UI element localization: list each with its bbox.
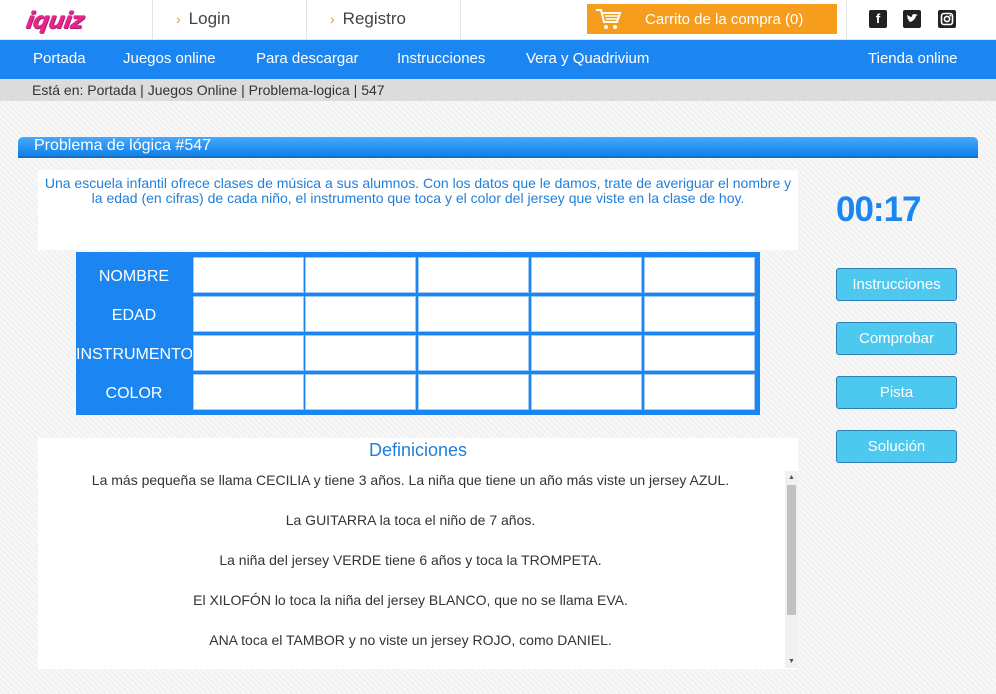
main-nav: Portada Juegos online Para descargar Ins… (0, 40, 996, 79)
check-button[interactable]: Comprobar (836, 322, 957, 355)
puzzle-title-bar: Problema de lógica #547 (18, 137, 978, 158)
scroll-thumb[interactable] (787, 485, 796, 615)
facebook-icon[interactable]: f (869, 10, 887, 28)
grid-cell[interactable] (531, 257, 642, 293)
grid-cell[interactable] (305, 374, 416, 410)
timer: 00:17 (836, 190, 922, 229)
grid-cell[interactable] (418, 374, 529, 410)
row-label-instrumento: INSTRUMENTO (76, 346, 192, 363)
grid-cell[interactable] (418, 296, 529, 332)
grid-cell[interactable] (305, 296, 416, 332)
register-label: Registro (342, 9, 406, 28)
cart-icon (596, 9, 622, 29)
nav-item-instrucciones[interactable]: Instrucciones (397, 50, 485, 67)
grid-cell[interactable] (531, 335, 642, 371)
scroll-down-icon[interactable]: ▼ (787, 657, 796, 666)
solution-button[interactable]: Solución (836, 430, 957, 463)
cart-label: Carrito de la compra (0) (645, 11, 804, 28)
divider (152, 0, 153, 40)
definition-item: El XILOFÓN lo toca la niña del jersey BL… (193, 592, 628, 608)
nav-item-vera-y-quadrivium[interactable]: Vera y Quadrivium (526, 50, 649, 67)
puzzle-statement: Una escuela infantil ofrece clases de mú… (38, 170, 798, 250)
grid-cell[interactable] (531, 374, 642, 410)
divider (306, 0, 307, 40)
divider (460, 0, 461, 40)
login-link[interactable]: › Login (176, 9, 230, 29)
nav-item-portada[interactable]: Portada (33, 50, 86, 67)
login-label: Login (188, 9, 231, 28)
grid-cell[interactable] (644, 257, 755, 293)
breadcrumb-text: Está en: Portada | Juegos Online | Probl… (32, 82, 385, 98)
logo-text: iquiz (23, 8, 86, 34)
scroll-up-icon[interactable]: ▲ (787, 473, 796, 482)
grid-cell[interactable] (644, 335, 755, 371)
grid-cell[interactable] (193, 257, 304, 293)
definition-item: La niña del jersey VERDE tiene 6 años y … (219, 552, 602, 568)
register-link[interactable]: › Registro (330, 9, 406, 29)
chevron-right-icon: › (330, 11, 335, 27)
twitter-icon[interactable] (903, 10, 921, 28)
nav-item-para-descargar[interactable]: Para descargar (256, 50, 359, 67)
grid-cell[interactable] (193, 296, 304, 332)
definitions-list[interactable]: La más pequeña se llama CECILIA y tiene … (38, 466, 798, 669)
page-title: Problema de lógica #547 (34, 137, 212, 154)
divider (846, 0, 847, 40)
grid-cell[interactable] (193, 374, 304, 410)
grid-cell[interactable] (531, 296, 642, 332)
nav-item-tienda-online[interactable]: Tienda online (868, 50, 958, 67)
grid-cell[interactable] (644, 374, 755, 410)
instructions-button[interactable]: Instrucciones (836, 268, 957, 301)
grid-cell[interactable] (305, 335, 416, 371)
hint-button[interactable]: Pista (836, 376, 957, 409)
definition-item: ANA toca el TAMBOR y no viste un jersey … (209, 632, 612, 648)
definitions-title: Definiciones (38, 438, 798, 466)
answer-grid: NOMBRE EDAD INSTRUMENTO COLOR (76, 252, 760, 415)
instagram-icon[interactable] (938, 10, 956, 28)
cart-button[interactable]: Carrito de la compra (0) (587, 4, 837, 34)
definition-item: La GUITARRA la toca el niño de 7 años. (285, 512, 536, 528)
grid-cell[interactable] (644, 296, 755, 332)
definition-item: La más pequeña se llama CECILIA y tiene … (91, 472, 730, 488)
site-logo[interactable]: iquiz (23, 8, 136, 34)
definitions-scrollbar[interactable]: ▲ ▼ (785, 471, 798, 668)
chevron-right-icon: › (176, 11, 181, 27)
grid-cell[interactable] (193, 335, 304, 371)
nav-item-juegos-online[interactable]: Juegos online (123, 50, 216, 67)
top-bar: iquiz › Login › Registro Carrito de la com… (0, 0, 996, 40)
row-label-color: COLOR (105, 385, 163, 402)
grid-cell[interactable] (418, 257, 529, 293)
grid-cell[interactable] (418, 335, 529, 371)
breadcrumb: Está en: Portada | Juegos Online | Probl… (0, 79, 996, 101)
row-label-nombre: NOMBRE (98, 268, 170, 285)
row-label-edad: EDAD (111, 307, 157, 324)
grid-cell[interactable] (305, 257, 416, 293)
